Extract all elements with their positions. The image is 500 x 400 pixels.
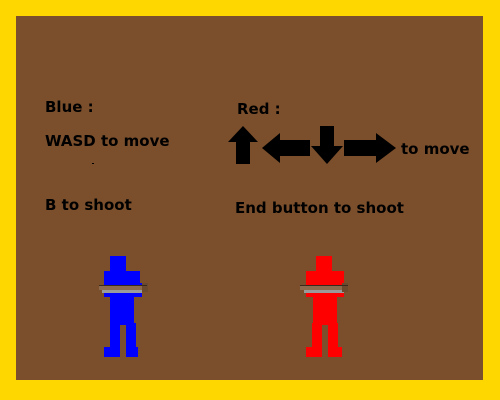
arrow-up-icon [228, 126, 258, 164]
stray-dot [92, 163, 94, 164]
red-move-instruction: to move [401, 140, 470, 158]
red-shoot-instruction: End button to shoot [235, 199, 404, 217]
arrow-right-icon [344, 133, 396, 163]
arrow-left-icon [262, 133, 310, 163]
blue-shoot-instruction: B to shoot [45, 196, 132, 214]
blue-player-sprite [99, 256, 148, 357]
red-player-sprite [300, 256, 348, 357]
blue-heading: Blue : [45, 98, 94, 116]
blue-move-instruction: WASD to move [45, 132, 170, 150]
game-frame: Blue : WASD to move B to shoot Red : to … [0, 0, 500, 400]
arrow-down-icon [311, 126, 343, 164]
red-heading: Red : [237, 100, 281, 118]
